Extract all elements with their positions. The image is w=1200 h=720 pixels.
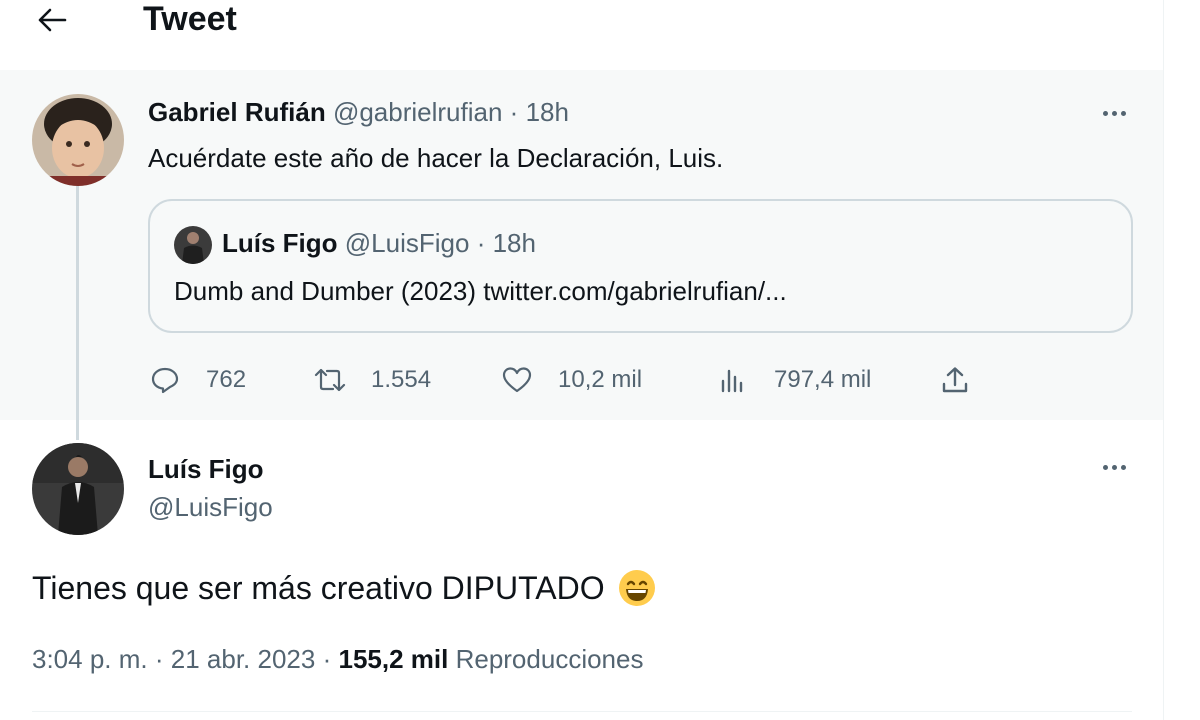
avatar[interactable] (32, 94, 124, 186)
thread-line (76, 186, 79, 440)
views-button[interactable]: 797,4 mil (716, 358, 871, 402)
quote-author-handle: @LuisFigo (344, 228, 470, 258)
parent-tweet-text: Acuérdate este año de hacer la Declaraci… (148, 143, 724, 173)
author-handle[interactable]: @gabrielrufian (333, 97, 502, 127)
back-button[interactable] (30, 0, 74, 40)
like-button[interactable]: 10,2 mil (500, 358, 642, 402)
quote-tweet-header: Luís Figo @LuisFigo · 18h (222, 227, 536, 259)
retweet-button[interactable]: 1.554 (313, 358, 431, 402)
separator-dot: · (322, 644, 332, 674)
heart-icon (500, 363, 534, 397)
more-options-button[interactable] (1094, 98, 1134, 128)
tweet-time[interactable]: 3:04 p. m. (32, 644, 148, 674)
views-count: 155,2 mil (338, 644, 449, 674)
avatar-image (32, 443, 124, 535)
tweet-actions: 762 1.554 10,2 mil 797,4 mil (148, 358, 988, 402)
avatar-image (32, 94, 124, 186)
parent-tweet-header: Gabriel Rufián @gabrielrufian · 18h (148, 96, 569, 128)
reply-icon (148, 363, 182, 397)
quote-avatar (174, 226, 212, 264)
quote-time: 18h (492, 228, 536, 258)
quote-author-name: Luís Figo (222, 228, 338, 258)
separator-dot: · (509, 97, 519, 127)
main-tweet-body: Tienes que ser más creativo DIPUTADO (32, 570, 605, 606)
tweet-time[interactable]: 18h (526, 97, 569, 127)
page-title: Tweet (143, 0, 237, 38)
divider (32, 711, 1132, 712)
arrow-left-icon (38, 8, 67, 32)
quote-tweet-text: Dumb and Dumber (2023) twitter.com/gabri… (174, 276, 787, 306)
tweet-date[interactable]: 21 abr. 2023 (171, 644, 316, 674)
quote-tweet-card[interactable]: Luís Figo @LuisFigo · 18h Dumb and Dumbe… (148, 199, 1133, 333)
more-icon (1102, 110, 1108, 116)
reply-button[interactable]: 762 (148, 358, 246, 402)
retweet-count: 1.554 (371, 366, 432, 393)
avatar[interactable] (32, 443, 124, 535)
share-icon (938, 363, 972, 397)
author-name[interactable]: Luís Figo (148, 452, 264, 486)
like-count: 10,2 mil (558, 366, 643, 393)
author-name[interactable]: Gabriel Rufián (148, 97, 326, 127)
grinning-emoji-icon (618, 570, 655, 606)
column-border (1163, 0, 1164, 720)
analytics-icon (716, 363, 750, 397)
retweet-icon (313, 363, 347, 397)
separator-dot: · (154, 644, 164, 674)
avatar-image (174, 226, 212, 264)
views-label: Reproducciones (455, 644, 644, 674)
more-icon (1102, 464, 1108, 470)
reply-count: 762 (206, 366, 247, 393)
separator-dot: · (476, 228, 486, 258)
share-button[interactable] (938, 358, 972, 402)
main-tweet-text: Tienes que ser más creativo DIPUTADO (32, 566, 657, 610)
header: Tweet (0, 0, 1163, 70)
more-options-button[interactable] (1094, 452, 1134, 482)
views-count: 797,4 mil (774, 366, 872, 393)
tweet-page: Tweet Gabriel Rufián @gabrielrufian · 18… (0, 0, 1200, 720)
tweet-metadata: 3:04 p. m. · 21 abr. 2023 · 155,2 mil Re… (32, 642, 643, 676)
author-handle[interactable]: @LuisFigo (148, 490, 273, 524)
